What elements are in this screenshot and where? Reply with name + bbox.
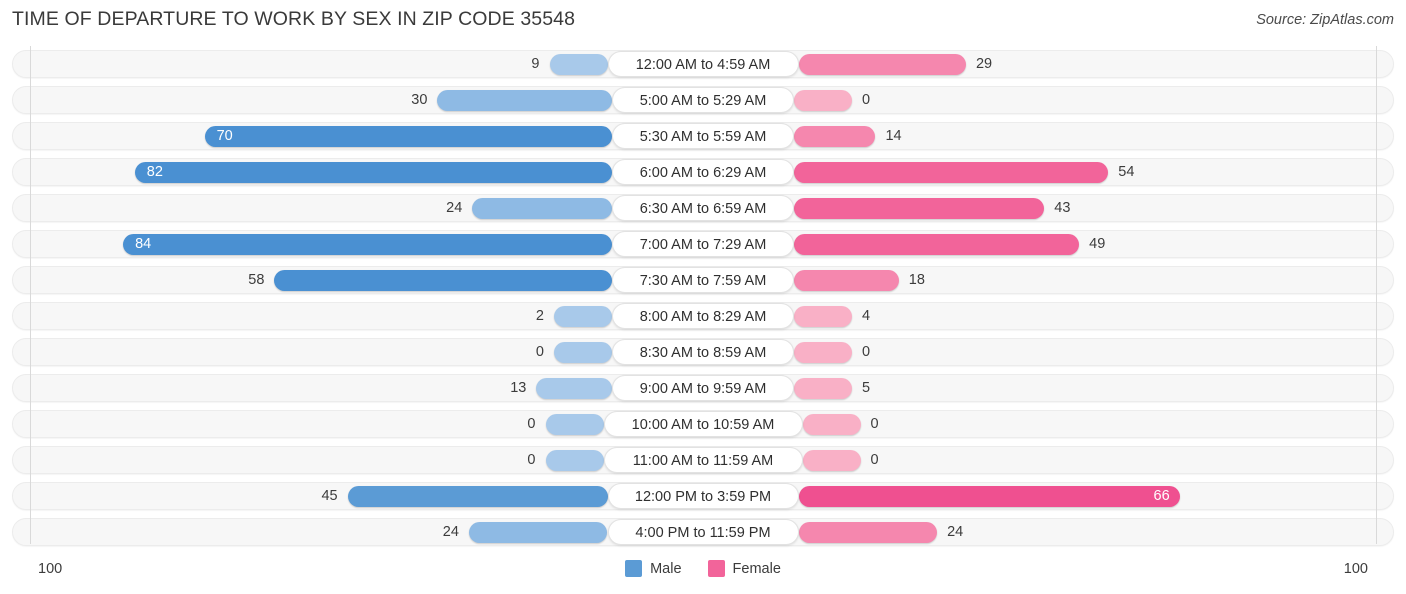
bar-female[interactable] xyxy=(794,270,899,291)
category-label: 5:00 AM to 5:29 AM xyxy=(612,87,794,113)
value-label-male: 0 xyxy=(535,344,544,360)
category-label: 5:30 AM to 5:59 AM xyxy=(612,123,794,149)
value-label-female: 18 xyxy=(908,272,925,288)
bar-female[interactable] xyxy=(794,378,852,399)
bar-male[interactable] xyxy=(545,450,604,471)
category-label: 12:00 AM to 4:59 AM xyxy=(607,51,799,77)
bar-female[interactable] xyxy=(794,162,1109,183)
value-label-female: 4 xyxy=(862,308,871,324)
value-label-male: 70 xyxy=(216,128,233,144)
value-label-female: 66 xyxy=(1153,488,1170,504)
chart-row: 0 0 10:00 AM to 10:59 AM xyxy=(0,406,1406,442)
source-attribution: Source: ZipAtlas.com xyxy=(1256,12,1394,28)
bar-female[interactable] xyxy=(794,306,852,327)
value-label-female: 14 xyxy=(885,128,902,144)
category-label: 11:00 AM to 11:59 AM xyxy=(603,447,803,473)
bar-male[interactable] xyxy=(468,522,608,543)
chart-row: 45 66 12:00 PM to 3:59 PM xyxy=(0,478,1406,514)
chart-row: 0 0 11:00 AM to 11:59 AM xyxy=(0,442,1406,478)
value-label-female: 0 xyxy=(862,92,871,108)
value-label-female: 49 xyxy=(1089,236,1106,252)
category-label: 6:30 AM to 6:59 AM xyxy=(612,195,794,221)
bar-female[interactable] xyxy=(794,126,876,147)
legend-swatch-female-icon xyxy=(707,560,725,577)
value-label-male: 24 xyxy=(442,524,459,540)
legend-item-male[interactable]: Male xyxy=(625,560,682,577)
value-label-male: 82 xyxy=(146,164,163,180)
category-label: 4:00 PM to 11:59 PM xyxy=(607,519,799,545)
chart-row: 24 43 6:30 AM to 6:59 AM xyxy=(0,190,1406,226)
value-label-male: 58 xyxy=(248,272,265,288)
bar-male[interactable] xyxy=(554,306,612,327)
bar-male[interactable] xyxy=(472,198,612,219)
bar-female[interactable] xyxy=(794,234,1080,255)
chart-footer: 100 100 Male Female xyxy=(0,552,1406,594)
legend-item-female[interactable]: Female xyxy=(707,560,781,577)
category-label: 7:30 AM to 7:59 AM xyxy=(612,267,794,293)
value-label-female: 29 xyxy=(975,56,993,72)
category-label: 9:00 AM to 9:59 AM xyxy=(612,375,794,401)
page-title: TIME OF DEPARTURE TO WORK BY SEX IN ZIP … xyxy=(12,8,576,30)
bar-male[interactable] xyxy=(274,270,612,291)
value-label-male: 30 xyxy=(411,92,428,108)
chart-row: 30 0 5:00 AM to 5:29 AM xyxy=(0,82,1406,118)
category-label: 8:30 AM to 8:59 AM xyxy=(612,339,794,365)
chart-plot-area: 9 29 12:00 AM to 4:59 AM 30 0 5:00 AM to 5:29… xyxy=(0,46,1406,550)
chart-row: 84 49 7:00 AM to 7:29 AM xyxy=(0,226,1406,262)
bar-male[interactable] xyxy=(134,162,612,183)
value-label-male: 45 xyxy=(321,488,338,504)
category-label: 6:00 AM to 6:29 AM xyxy=(612,159,794,185)
chart-header: TIME OF DEPARTURE TO WORK BY SEX IN ZIP … xyxy=(0,0,1406,44)
chart-legend: Male Female xyxy=(0,560,1406,577)
bar-male[interactable] xyxy=(536,378,612,399)
bar-female[interactable] xyxy=(794,90,852,111)
chart-row: 24 24 4:00 PM to 11:59 PM xyxy=(0,514,1406,550)
bar-male[interactable] xyxy=(545,414,604,435)
chart-row: 82 54 6:00 AM to 6:29 AM xyxy=(0,154,1406,190)
value-label-male: 13 xyxy=(510,380,527,396)
bar-female[interactable] xyxy=(798,54,966,75)
value-label-female: 24 xyxy=(947,524,964,540)
chart-row: 9 29 12:00 AM to 4:59 AM xyxy=(0,46,1406,82)
chart-row: 70 14 5:30 AM to 5:59 AM xyxy=(0,118,1406,154)
bar-male[interactable] xyxy=(437,90,612,111)
bar-male[interactable] xyxy=(123,234,612,255)
bar-male[interactable] xyxy=(204,126,612,147)
value-label-male: 2 xyxy=(535,308,544,324)
bar-female[interactable] xyxy=(802,414,861,435)
chart-row: 2 4 8:00 AM to 8:29 AM xyxy=(0,298,1406,334)
category-label: 10:00 AM to 10:59 AM xyxy=(603,411,803,437)
category-label: 7:00 AM to 7:29 AM xyxy=(612,231,794,257)
legend-label-male: Male xyxy=(650,560,682,577)
value-label-female: 43 xyxy=(1054,200,1071,216)
bar-male[interactable] xyxy=(554,342,612,363)
legend-label-female: Female xyxy=(732,560,781,577)
bar-female[interactable] xyxy=(794,198,1045,219)
bar-female[interactable] xyxy=(802,450,861,471)
chart-row: 0 0 8:30 AM to 8:59 AM xyxy=(0,334,1406,370)
bar-male[interactable] xyxy=(549,54,608,75)
value-label-male: 9 xyxy=(531,56,540,72)
chart-row: 13 5 9:00 AM to 9:59 AM xyxy=(0,370,1406,406)
legend-swatch-male-icon xyxy=(625,560,643,577)
value-label-male: 84 xyxy=(135,236,152,252)
value-label-male: 0 xyxy=(527,452,536,468)
value-label-female: 0 xyxy=(870,416,879,432)
chart-row: 58 18 7:30 AM to 7:59 AM xyxy=(0,262,1406,298)
value-label-female: 54 xyxy=(1118,164,1135,180)
bar-female[interactable] xyxy=(798,486,1180,507)
value-label-female: 0 xyxy=(862,344,871,360)
bar-female[interactable] xyxy=(798,522,938,543)
value-label-female: 0 xyxy=(870,452,879,468)
bar-male[interactable] xyxy=(347,486,608,507)
category-label: 8:00 AM to 8:29 AM xyxy=(612,303,794,329)
bar-female[interactable] xyxy=(794,342,852,363)
value-label-male: 0 xyxy=(527,416,536,432)
value-label-female: 5 xyxy=(862,380,871,396)
category-label: 12:00 PM to 3:59 PM xyxy=(607,483,799,509)
value-label-male: 24 xyxy=(446,200,463,216)
